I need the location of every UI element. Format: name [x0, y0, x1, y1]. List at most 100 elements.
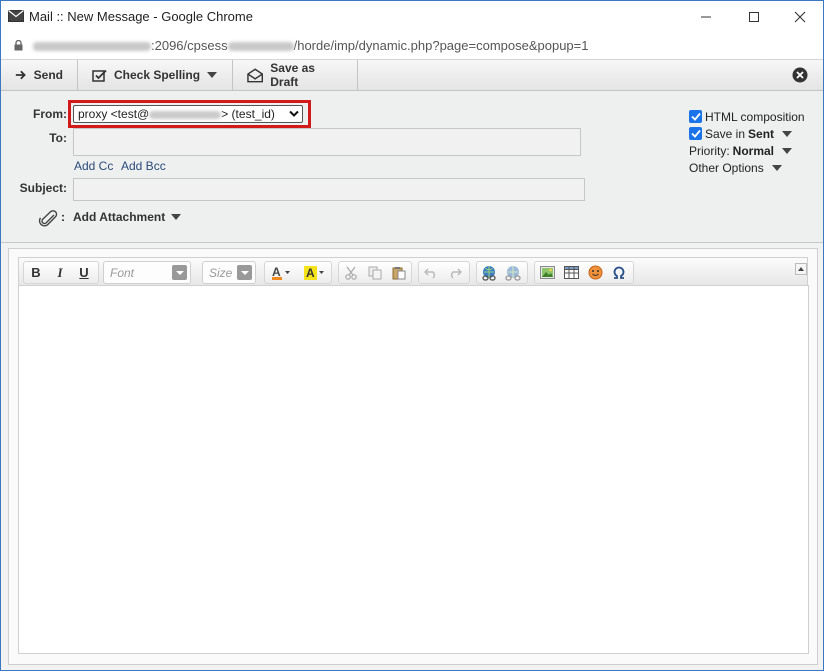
arrow-right-icon	[15, 70, 26, 80]
remove-link-button[interactable]	[501, 262, 525, 283]
html-composition-option[interactable]: HTML composition	[689, 108, 805, 125]
url-text: :2096/cpsess/horde/imp/dynamic.php?page=…	[33, 38, 588, 53]
save-in-label: Save in	[705, 126, 746, 141]
save-in-value[interactable]: Sent	[748, 127, 774, 141]
redo-button[interactable]	[443, 262, 467, 283]
message-body-editor[interactable]	[18, 285, 809, 654]
priority-value[interactable]: Normal	[733, 144, 774, 158]
insert-table-button[interactable]	[559, 262, 583, 283]
history-group	[418, 261, 470, 284]
chevron-down-icon	[172, 265, 187, 280]
unlink-globe-icon	[505, 265, 521, 281]
collapse-toolbar-button[interactable]	[795, 263, 807, 275]
to-field[interactable]	[73, 128, 581, 156]
from-select[interactable]: proxy <test@ > (test_id)	[73, 105, 303, 123]
maximize-icon	[749, 11, 759, 22]
underline-glyph: U	[79, 265, 89, 280]
copy-icon	[368, 266, 382, 279]
minimize-button[interactable]	[683, 1, 729, 32]
highlight-color-icon: A	[303, 265, 324, 280]
browser-window: Mail :: New Message - Google Chrome :209…	[0, 0, 824, 671]
svg-text:A: A	[306, 266, 315, 280]
insert-emoticon-button[interactable]	[583, 262, 607, 283]
editor-container: B I U Font Size A A	[8, 248, 818, 665]
to-label: To:	[49, 131, 67, 145]
add-attachment-button[interactable]: Add Attachment	[73, 210, 182, 224]
chevron-down-icon[interactable]	[782, 130, 793, 137]
link-group	[476, 261, 528, 284]
font-placeholder: Font	[110, 266, 135, 280]
envelope-open-icon	[247, 67, 264, 82]
subject-field[interactable]	[73, 178, 585, 201]
subject-label: Subject:	[19, 181, 67, 195]
svg-text:A: A	[272, 265, 281, 279]
paste-button[interactable]	[387, 262, 411, 283]
font-select[interactable]: Font	[103, 261, 191, 284]
italic-glyph: I	[57, 264, 63, 280]
add-bcc-link[interactable]: Add Bcc	[121, 159, 166, 173]
compose-header: From: proxy <test@ > (test_id) To: Add Cc…	[1, 91, 823, 243]
address-bar[interactable]: :2096/cpsess/horde/imp/dynamic.php?page=…	[1, 32, 823, 60]
priority-option[interactable]: Priority: Normal	[689, 142, 805, 159]
table-icon	[563, 266, 579, 279]
title-bar: Mail :: New Message - Google Chrome	[1, 1, 823, 32]
text-color-icon: A	[271, 265, 290, 280]
close-icon	[794, 11, 806, 22]
chevron-down-icon[interactable]	[782, 147, 793, 154]
undo-icon	[424, 267, 436, 279]
close-compose-icon[interactable]	[792, 67, 808, 83]
insert-link-button[interactable]	[477, 262, 501, 283]
chevron-down-icon	[237, 265, 252, 280]
other-options-menu[interactable]: Other Options	[689, 159, 805, 176]
save-draft-label: Save as Draft	[270, 61, 315, 89]
minimize-icon	[701, 16, 711, 17]
check-spelling-icon	[92, 69, 107, 82]
bold-button[interactable]: B	[24, 262, 48, 283]
insert-image-button[interactable]	[535, 262, 559, 283]
special-character-button[interactable]	[607, 262, 631, 283]
italic-button[interactable]: I	[48, 262, 72, 283]
priority-label: Priority:	[689, 143, 730, 158]
clipboard-group	[338, 261, 412, 284]
bold-glyph: B	[31, 265, 41, 280]
checkmark-icon	[690, 129, 701, 138]
add-attachment-label: Add Attachment	[73, 210, 166, 224]
undo-button[interactable]	[419, 262, 443, 283]
color-group: A A	[264, 261, 332, 284]
text-color-button[interactable]: A	[265, 262, 298, 283]
save-draft-button[interactable]: Save as Draft	[233, 60, 358, 90]
send-button[interactable]: Send	[1, 60, 78, 90]
size-select[interactable]: Size	[202, 261, 256, 284]
attach-colon: :	[61, 210, 65, 224]
save-in-sent-option[interactable]: Save in Sent	[689, 125, 805, 142]
underline-button[interactable]: U	[72, 262, 96, 283]
from-value-end: > (test_id)	[221, 107, 275, 121]
cut-button[interactable]	[339, 262, 363, 283]
size-placeholder: Size	[209, 266, 233, 280]
compose-toolbar: Send Check Spelling Save as Draft	[1, 60, 823, 91]
background-color-button[interactable]: A	[298, 262, 331, 283]
copy-button[interactable]	[363, 262, 387, 283]
window-close-button[interactable]	[777, 1, 823, 32]
lock-icon	[14, 40, 23, 51]
chevron-down-icon[interactable]	[771, 164, 782, 171]
html-composition-checkbox[interactable]	[689, 110, 702, 123]
from-value-start: proxy <test@	[78, 107, 150, 121]
maximize-button[interactable]	[731, 1, 777, 32]
html-composition-label: HTML composition	[705, 109, 805, 124]
redo-icon	[450, 267, 462, 279]
add-cc-link[interactable]: Add Cc	[74, 159, 113, 173]
other-options-label: Other Options	[689, 160, 764, 175]
chevron-down-icon	[207, 72, 218, 78]
window-title: Mail :: New Message - Google Chrome	[29, 9, 253, 24]
save-in-sent-checkbox[interactable]	[689, 127, 702, 140]
redacted-domain	[149, 110, 222, 119]
send-label: Send	[33, 68, 63, 82]
url-path: /horde/imp/dynamic.php?page=compose&popu…	[293, 38, 589, 53]
omega-icon	[613, 266, 625, 279]
check-spelling-button[interactable]: Check Spelling	[78, 60, 233, 90]
chevron-down-icon	[289, 110, 299, 117]
format-group: B I U	[23, 261, 99, 284]
paste-icon	[392, 266, 406, 279]
scissors-icon	[345, 266, 357, 280]
